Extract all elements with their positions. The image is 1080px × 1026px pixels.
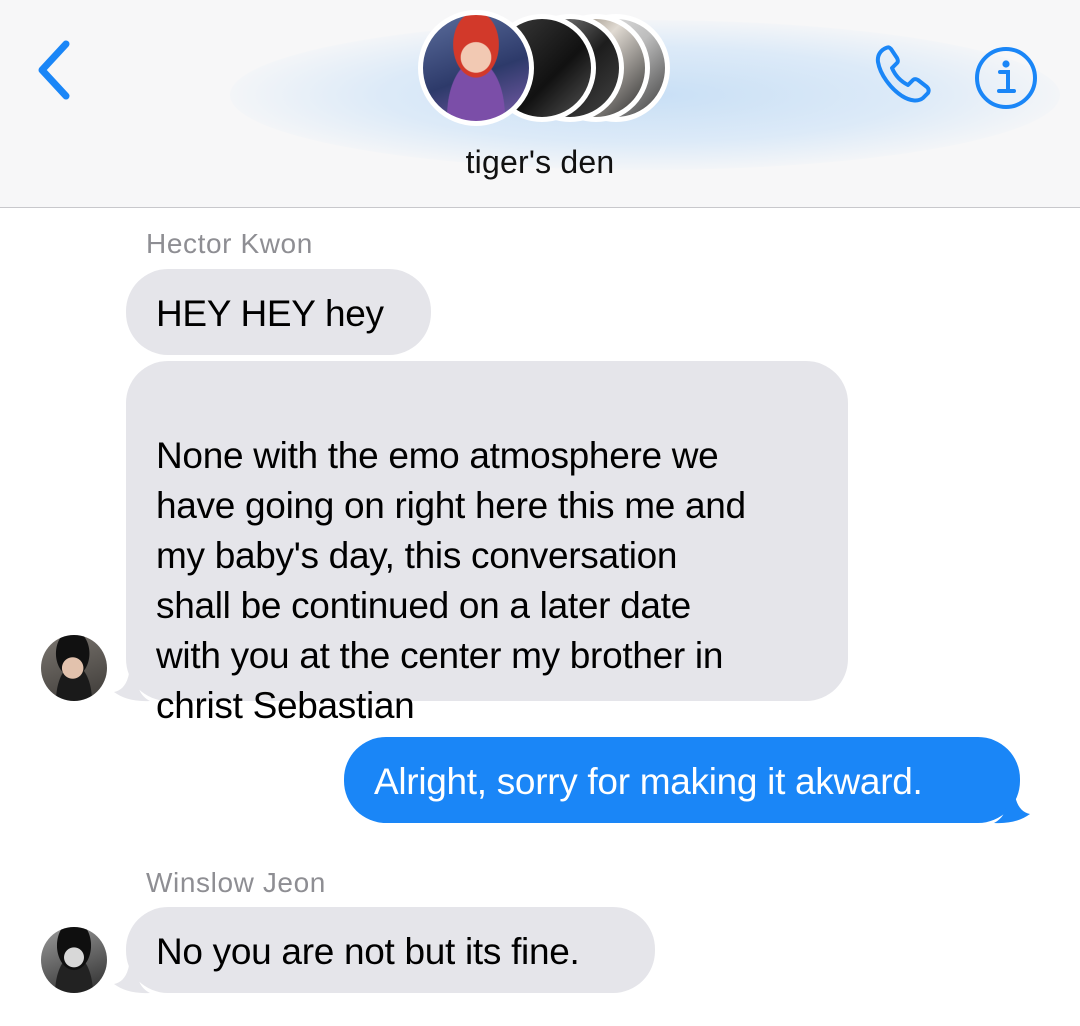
message-text: HEY HEY hey: [156, 293, 384, 334]
sender-name: Hector Kwon: [146, 228, 313, 259]
message-bubble-incoming[interactable]: None with the emo atmosphere we have goi…: [126, 361, 848, 726]
call-button[interactable]: [868, 38, 940, 110]
message-bubble-incoming[interactable]: HEY HEY hey: [126, 269, 431, 355]
message-bubble-incoming[interactable]: No you are not but its fine.: [126, 907, 655, 993]
bubble-tail: [994, 784, 1030, 824]
message-text: None with the emo atmosphere we have goi…: [156, 435, 746, 726]
info-icon: [975, 47, 1037, 109]
back-button[interactable]: [22, 30, 92, 110]
info-button[interactable]: [972, 44, 1040, 112]
message-text: Alright, sorry for making it akward.: [374, 761, 923, 802]
message-bubble-outgoing[interactable]: Alright, sorry for making it akward.: [344, 737, 1020, 823]
phone-icon: [875, 45, 931, 103]
conversation-header: tiger's den: [0, 0, 1080, 208]
sender-name: Winslow Jeon: [146, 867, 326, 898]
message-text: No you are not but its fine.: [156, 931, 580, 972]
sender-avatar[interactable]: [41, 635, 107, 701]
bubble-tail: [114, 954, 150, 994]
group-main-avatar: [418, 10, 534, 126]
bubble-tail: [114, 662, 150, 702]
group-name[interactable]: tiger's den: [0, 144, 1080, 181]
group-avatar-stack[interactable]: [412, 8, 672, 132]
chevron-left-icon: [38, 40, 70, 100]
sender-avatar[interactable]: [41, 927, 107, 993]
